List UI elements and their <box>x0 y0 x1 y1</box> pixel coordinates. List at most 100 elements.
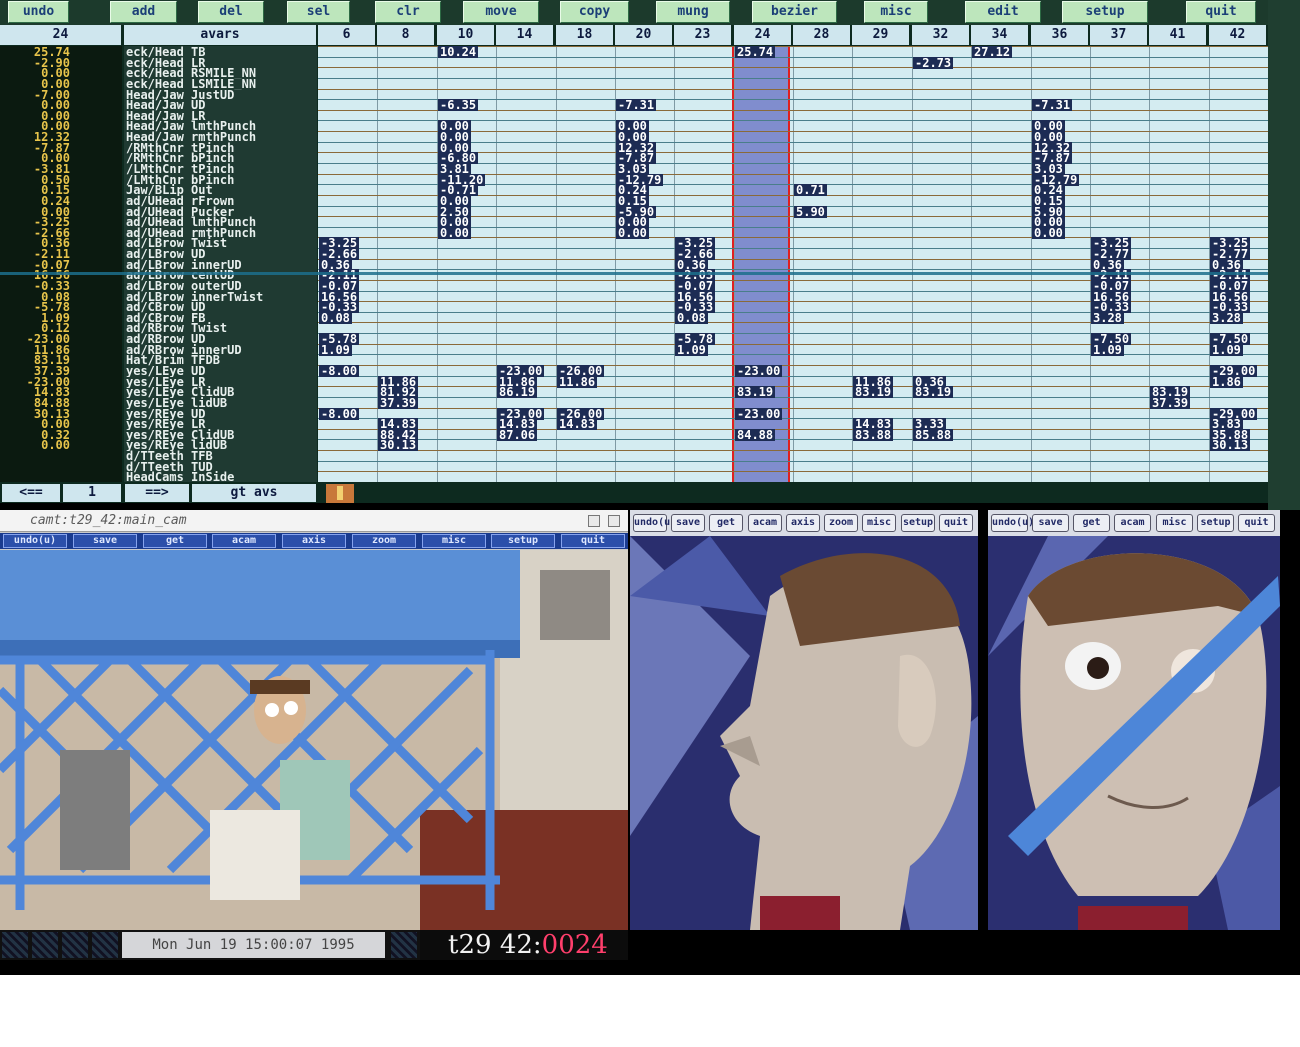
frame-column-header[interactable]: 20 <box>615 25 673 45</box>
keyframe-value-cell[interactable]: 0.71 <box>794 184 827 196</box>
keyframe-value-cell[interactable]: 0.00 <box>438 227 471 239</box>
keyframe-value-cell[interactable]: 5.90 <box>794 206 827 218</box>
toolbar-setup-button[interactable]: setup <box>1062 1 1148 23</box>
camera-quit-button[interactable]: quit <box>561 534 625 548</box>
keyframe-value-cell[interactable]: -8.00 <box>319 365 360 377</box>
camera-zoom-button[interactable]: zoom <box>352 534 416 548</box>
maximize-icon[interactable] <box>608 515 620 527</box>
keyframe-value-cell[interactable]: -8.00 <box>319 408 360 420</box>
profile-view-get-button[interactable]: get <box>709 514 743 532</box>
toolbar-edit-button[interactable]: edit <box>965 1 1041 23</box>
profile-view-zoom-button[interactable]: zoom <box>824 514 858 532</box>
keyframe-value-cell[interactable]: 3.28 <box>1210 312 1243 324</box>
toolbar-clr-button[interactable]: clr <box>375 1 441 23</box>
frame-column-header[interactable]: 10 <box>437 25 495 45</box>
keyframe-value-cell[interactable]: -23.00 <box>735 408 783 420</box>
frame-column-header[interactable]: 24 <box>734 25 792 45</box>
page-number-field[interactable]: 1 <box>63 484 121 502</box>
camera-undou-button[interactable]: undo(u) <box>3 534 67 548</box>
keyframe-value-cell[interactable]: 1.09 <box>675 344 708 356</box>
keyframe-value-cell[interactable]: 0.08 <box>319 312 352 324</box>
keyframe-value-cell[interactable]: 30.13 <box>1210 439 1251 451</box>
toolbar-undo-button[interactable]: undo <box>8 1 69 23</box>
front-head-render[interactable] <box>988 536 1280 930</box>
toolbar-bezier-button[interactable]: bezier <box>752 1 837 23</box>
keyframe-grid[interactable]: 10.24 25.74 27.12 -2.73 -6.35 -7.31 -7.31 0.00 0… <box>318 46 1268 483</box>
toolbar-misc-button[interactable]: misc <box>864 1 928 23</box>
frame-column-header[interactable]: 29 <box>852 25 910 45</box>
key-icon[interactable] <box>326 484 354 503</box>
front-view-undou-button[interactable]: undo(u) <box>991 514 1034 532</box>
profile-view-misc-button[interactable]: misc <box>862 514 896 532</box>
front-view-get-button[interactable]: get <box>1073 514 1110 532</box>
toolbar-sel-button[interactable]: sel <box>287 1 350 23</box>
front-view-acam-button[interactable]: acam <box>1114 514 1151 532</box>
keyframe-value-cell[interactable]: -7.31 <box>1032 99 1073 111</box>
profile-view-undou-button[interactable]: undo(u) <box>633 514 676 532</box>
frame-column-header[interactable]: 32 <box>912 25 970 45</box>
frame-column-header[interactable]: 8 <box>377 25 435 45</box>
keyframe-value-cell[interactable]: 27.12 <box>972 46 1013 58</box>
front-view-save-button[interactable]: save <box>1032 514 1069 532</box>
toolbar-move-button[interactable]: move <box>463 1 539 23</box>
keyframe-value-cell[interactable]: 83.19 <box>913 386 954 398</box>
prev-page-button[interactable]: <== <box>2 484 60 502</box>
front-view-setup-button[interactable]: setup <box>1197 514 1234 532</box>
toolbar-quit-button[interactable]: quit <box>1186 1 1256 23</box>
profile-view-axis-button[interactable]: axis <box>786 514 820 532</box>
keyframe-value-cell[interactable]: 87.06 <box>497 429 538 441</box>
frame-column-header[interactable]: 28 <box>793 25 851 45</box>
keyframe-value-cell[interactable]: 83.19 <box>735 386 776 398</box>
camera-acam-button[interactable]: acam <box>212 534 276 548</box>
frame-column-header[interactable]: 34 <box>971 25 1029 45</box>
keyframe-value-cell[interactable]: 83.88 <box>853 429 894 441</box>
profile-view-quit-button[interactable]: quit <box>939 514 973 532</box>
keyframe-value-cell[interactable]: 37.39 <box>378 397 419 409</box>
frame-column-header[interactable]: 6 <box>318 25 376 45</box>
keyframe-value-cell[interactable]: 1.09 <box>1091 344 1124 356</box>
camera-misc-button[interactable]: misc <box>422 534 486 548</box>
camera-setup-button[interactable]: setup <box>491 534 555 548</box>
keyframe-value-cell[interactable]: 0.00 <box>1032 227 1065 239</box>
profile-view-save-button[interactable]: save <box>671 514 705 532</box>
keyframe-value-cell[interactable]: 85.88 <box>913 429 954 441</box>
front-view-misc-button[interactable]: misc <box>1156 514 1193 532</box>
frame-column-header[interactable]: 14 <box>496 25 554 45</box>
camera-save-button[interactable]: save <box>73 534 137 548</box>
keyframe-value-cell[interactable]: 3.28 <box>1091 312 1124 324</box>
minimize-icon[interactable] <box>588 515 600 527</box>
camera-get-button[interactable]: get <box>143 534 207 548</box>
current-frame-header[interactable]: 24 <box>0 25 122 45</box>
frame-column-header[interactable]: 41 <box>1149 25 1207 45</box>
avars-header[interactable]: avars <box>124 25 317 45</box>
keyframe-value-cell[interactable]: -23.00 <box>735 365 783 377</box>
profile-view-acam-button[interactable]: acam <box>748 514 782 532</box>
keyframe-value-cell[interactable]: 0.08 <box>675 312 708 324</box>
keyframe-value-cell[interactable]: 1.09 <box>319 344 352 356</box>
keyframe-value-cell[interactable]: 14.83 <box>557 418 598 430</box>
profile-head-render[interactable] <box>630 536 978 930</box>
keyframe-value-cell[interactable]: 30.13 <box>378 439 419 451</box>
goto-avars-button[interactable]: gt avs <box>192 484 316 502</box>
toolbar-mung-button[interactable]: mung <box>656 1 730 23</box>
keyframe-value-cell[interactable]: 1.86 <box>1210 376 1243 388</box>
frame-column-header[interactable]: 37 <box>1090 25 1148 45</box>
camera-viewport[interactable] <box>0 550 628 930</box>
frame-column-header[interactable]: 18 <box>556 25 614 45</box>
keyframe-value-cell[interactable]: 10.24 <box>438 46 479 58</box>
next-page-button[interactable]: ==> <box>125 484 189 502</box>
keyframe-value-cell[interactable]: 83.19 <box>853 386 894 398</box>
keyframe-value-cell[interactable]: 86.19 <box>497 386 538 398</box>
profile-view-setup-button[interactable]: setup <box>901 514 935 532</box>
toolbar-copy-button[interactable]: copy <box>560 1 629 23</box>
camera-axis-button[interactable]: axis <box>282 534 346 548</box>
toolbar-add-button[interactable]: add <box>110 1 177 23</box>
keyframe-value-cell[interactable]: 1.09 <box>1210 344 1243 356</box>
frame-column-header[interactable]: 36 <box>1031 25 1089 45</box>
frame-column-header[interactable]: 42 <box>1209 25 1267 45</box>
keyframe-value-cell[interactable]: 0.00 <box>616 227 649 239</box>
keyframe-value-cell[interactable]: -7.31 <box>616 99 657 111</box>
keyframe-value-cell[interactable]: 84.88 <box>735 429 776 441</box>
frame-column-header[interactable]: 23 <box>674 25 732 45</box>
keyframe-value-cell[interactable]: -2.73 <box>913 57 954 69</box>
